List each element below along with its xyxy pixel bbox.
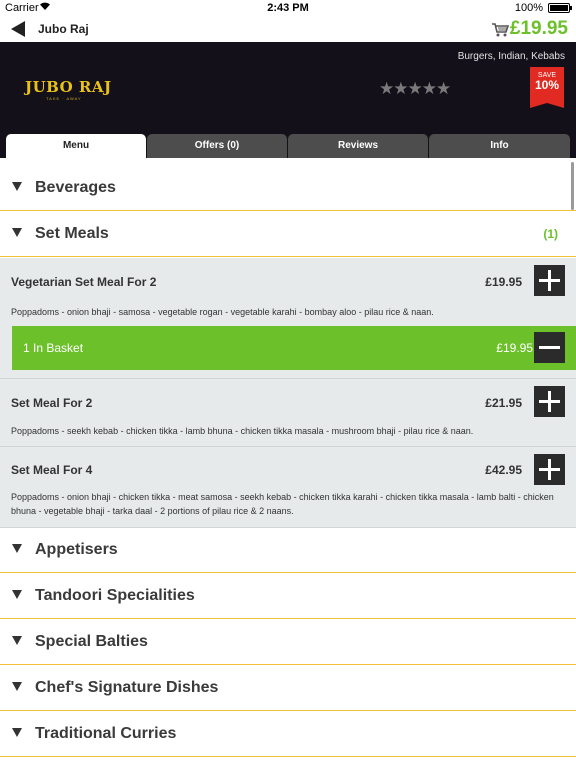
battery-icon xyxy=(548,3,572,13)
basket-quantity-label: 1 In Basket xyxy=(23,341,84,355)
restaurant-logo: JUBO RAJ xyxy=(25,78,112,96)
item-name: Set Meal For 2 xyxy=(11,396,93,410)
category-name: Tandoori Specialities xyxy=(35,587,195,604)
cuisine-list: Burgers, Indian, Kebabs xyxy=(457,51,565,62)
discount-badge: SAVE 10% xyxy=(530,67,564,108)
category-beverages[interactable]: Beverages xyxy=(0,166,576,211)
item-description: Poppadoms - onion bhaji - samosa - veget… xyxy=(11,307,434,317)
category-name: Set Meals xyxy=(35,225,109,242)
tab-info[interactable]: Info xyxy=(429,134,570,158)
item-description: Poppadoms - seekh kebab - chicken tikka … xyxy=(11,426,474,436)
category-name: Chef's Signature Dishes xyxy=(35,679,219,696)
expand-triangle-icon xyxy=(12,182,22,191)
item-price: £21.95 xyxy=(485,396,522,410)
category-traditional-curries[interactable]: Traditional Curries xyxy=(0,712,576,757)
status-bar: Carrier 2:43 PM 100% xyxy=(0,0,576,16)
expand-triangle-icon xyxy=(12,590,22,599)
category-name: Special Balties xyxy=(35,633,148,650)
scrollbar[interactable] xyxy=(571,162,574,210)
category-appetisers[interactable]: Appetisers xyxy=(0,528,576,573)
discount-percent: 10% xyxy=(534,78,560,92)
category-tandoori-specialities[interactable]: Tandoori Specialities xyxy=(0,574,576,619)
basket-price: £19.95 xyxy=(496,341,533,355)
nav-bar: Jubo Raj £19.95 xyxy=(0,16,576,42)
category-name: Traditional Curries xyxy=(35,725,177,742)
expand-triangle-icon xyxy=(12,228,22,237)
menu-item-set-meal-for-2: Set Meal For 2 £21.95 Poppadoms - seekh … xyxy=(0,379,576,447)
add-item-plus-icon[interactable] xyxy=(534,454,565,485)
category-name: Appetisers xyxy=(35,541,118,558)
expand-triangle-icon xyxy=(12,544,22,553)
item-name: Set Meal For 4 xyxy=(11,463,93,477)
menu-tabs: Menu Offers (0) Reviews Info xyxy=(0,134,576,158)
item-price: £19.95 xyxy=(485,275,522,289)
menu-item-set-meal-for-4: Set Meal For 4 £42.95 Poppadoms - onion … xyxy=(0,447,576,528)
item-description: Poppadoms - onion bhaji - chicken tikka … xyxy=(11,492,554,516)
restaurant-title: Jubo Raj xyxy=(38,22,89,36)
status-time: 2:43 PM xyxy=(267,2,309,14)
add-item-plus-icon[interactable] xyxy=(534,386,565,417)
in-basket-bar: 1 In Basket £19.95 xyxy=(12,326,576,370)
cart-total[interactable]: £19.95 xyxy=(510,18,568,40)
category-set-meals[interactable]: Set Meals (1) xyxy=(0,212,576,257)
rating-stars: ★★★★★ xyxy=(379,79,451,98)
tab-reviews[interactable]: Reviews xyxy=(288,134,428,158)
expand-triangle-icon xyxy=(12,682,22,691)
category-name: Beverages xyxy=(35,179,116,196)
item-name: Vegetarian Set Meal For 2 xyxy=(11,275,157,289)
add-item-plus-icon[interactable] xyxy=(534,265,565,296)
back-arrow-icon[interactable] xyxy=(11,21,25,37)
battery-percent: 100% xyxy=(514,2,543,14)
expand-triangle-icon xyxy=(12,728,22,737)
restaurant-logo-subtext: TAKE · AWAY xyxy=(46,96,82,101)
expand-triangle-icon xyxy=(12,636,22,645)
remove-item-minus-icon[interactable] xyxy=(534,332,565,363)
tab-menu[interactable]: Menu xyxy=(6,134,146,158)
category-special-balties[interactable]: Special Balties xyxy=(0,620,576,665)
cart-icon[interactable] xyxy=(492,23,509,37)
tab-offers[interactable]: Offers (0) xyxy=(147,134,287,158)
category-basket-count: (1) xyxy=(543,227,558,241)
item-price: £42.95 xyxy=(485,463,522,477)
category-chefs-signature-dishes[interactable]: Chef's Signature Dishes xyxy=(0,666,576,711)
